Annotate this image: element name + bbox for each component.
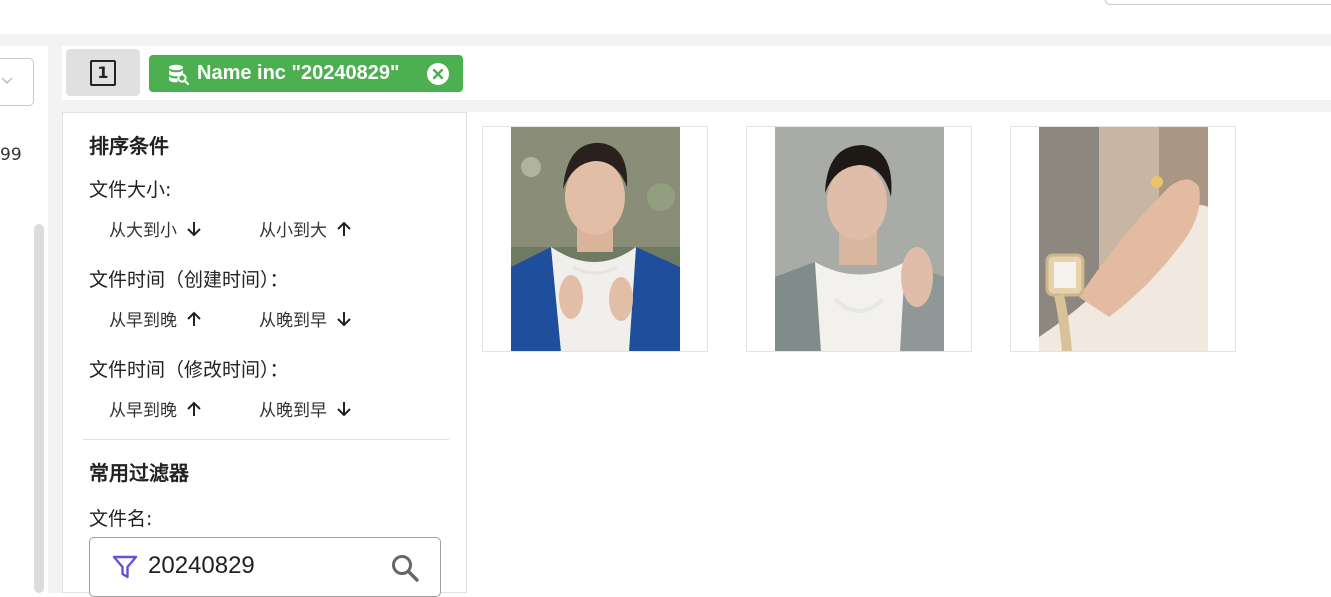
photo-thumbnail (775, 127, 944, 351)
sort-option-label: 从大到小 (109, 221, 177, 241)
left-panel: 99 (0, 46, 48, 593)
top-bar (0, 0, 1331, 34)
left-scrollbar[interactable] (34, 224, 44, 593)
chevron-down-icon (1, 77, 13, 84)
sort-group-label: 文件时间（修改时间）： (89, 359, 289, 381)
sort-size-asc[interactable]: 从小到大 (259, 216, 353, 241)
funnel-icon (112, 555, 138, 579)
thumbnail-card[interactable] (1010, 126, 1236, 352)
sort-option-label: 从晚到早 (259, 401, 327, 421)
photo-thumbnail (1039, 127, 1208, 351)
top-search-input[interactable] (1104, 0, 1331, 5)
sort-group-label: 文件大小: (89, 179, 172, 201)
sort-created-desc[interactable]: 从晚到早 (259, 306, 353, 331)
sort-option-label: 从早到晚 (109, 401, 177, 421)
search-icon[interactable] (390, 553, 420, 583)
page-number: 1 (90, 59, 116, 86)
filter-separator (62, 100, 1331, 112)
section-divider (83, 439, 449, 440)
filter-chip-label: Name inc "20240829" (197, 62, 400, 84)
sort-group-label: 文件时间（创建时间）： (89, 269, 289, 291)
sort-option-label: 从小到大 (259, 221, 327, 241)
arrow-up-icon (187, 401, 201, 416)
page-button[interactable]: 1 (66, 49, 140, 96)
sort-option-label: 从早到晚 (109, 311, 177, 331)
sort-filter-panel: 排序条件 文件大小: 从大到小 从小到大 文件时间（创建时间）： 从早到晚 从晚… (62, 112, 467, 597)
close-circle-icon[interactable] (426, 62, 450, 86)
left-dropdown[interactable] (0, 58, 34, 106)
column-separator (48, 46, 62, 593)
filename-label: 文件名: (89, 508, 153, 530)
sort-option-label: 从晚到早 (259, 311, 327, 331)
thumbnail-card[interactable] (482, 126, 708, 352)
arrow-up-icon (337, 221, 351, 236)
filter-bar: 1 Name inc "20240829" (62, 46, 1331, 100)
arrow-down-icon (337, 401, 351, 416)
left-count-text: 99 (0, 145, 22, 165)
sort-modified-asc[interactable]: 从早到晚 (109, 396, 203, 421)
thumbnail-card[interactable] (746, 126, 972, 352)
arrow-down-icon (337, 311, 351, 326)
filter-chip[interactable]: Name inc "20240829" (149, 55, 463, 92)
filters-section-title: 常用过滤器 (89, 461, 189, 485)
arrow-up-icon (187, 311, 201, 326)
filename-filter-input[interactable]: 20240829 (89, 537, 441, 597)
top-separator (0, 34, 1331, 46)
arrow-down-icon (187, 221, 201, 236)
filename-filter-value: 20240829 (148, 552, 255, 579)
sort-modified-desc[interactable]: 从晚到早 (259, 396, 353, 421)
photo-thumbnail (511, 127, 680, 351)
database-search-icon (169, 64, 189, 85)
sort-section-title: 排序条件 (89, 134, 169, 158)
sort-size-desc[interactable]: 从大到小 (109, 216, 203, 241)
sort-created-asc[interactable]: 从早到晚 (109, 306, 203, 331)
